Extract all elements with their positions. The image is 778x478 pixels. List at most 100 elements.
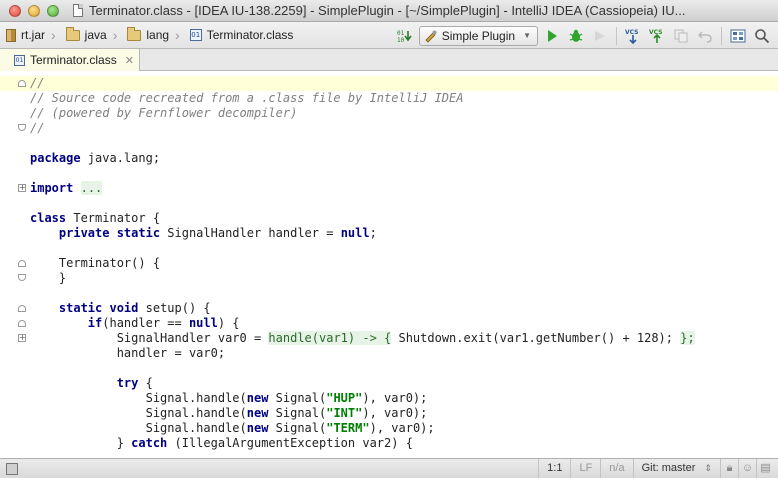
code-text: }	[30, 271, 67, 285]
fold-start-icon[interactable]	[18, 305, 26, 312]
coverage-icon	[595, 30, 605, 41]
fold-start-icon[interactable]	[18, 260, 26, 267]
toolbar-divider	[616, 26, 617, 45]
code-line: // (powered by Fernflower decompiler)	[0, 106, 778, 121]
code-line: Signal.handle(new Signal("HUP"), var0);	[0, 391, 778, 406]
undo-icon	[697, 30, 712, 43]
title-bar: Terminator.class - [IDEA IU-138.2259] - …	[0, 0, 778, 22]
vcs-update-icon: VCS	[625, 29, 638, 44]
window-controls	[9, 4, 59, 17]
inspection-profile-icon[interactable]: ☺︎	[738, 459, 756, 478]
folder-icon	[127, 26, 142, 41]
toolbar-divider	[721, 26, 722, 45]
line-separator[interactable]: LF	[570, 459, 600, 478]
code-text: SignalHandler var0 = handle(var1) -> { S…	[30, 331, 695, 345]
tool-windows-toggle-icon[interactable]	[6, 462, 18, 475]
fold-start-icon[interactable]	[18, 80, 26, 87]
vcs-branch-widget[interactable]: Git: master ⇕	[632, 459, 720, 478]
fold-expand-icon[interactable]: +	[18, 334, 26, 342]
status-widgets: 1:1 LF n/a Git: master ⇕ 🔒︎ ☺︎ ▤	[538, 459, 774, 478]
document-icon	[73, 4, 83, 17]
fold-end-icon[interactable]	[18, 124, 26, 131]
code-line: // Source code recreated from a .class f…	[0, 91, 778, 106]
project-structure-icon	[730, 29, 746, 42]
fold-expand-icon[interactable]: +	[18, 184, 26, 192]
code-line: //	[0, 121, 778, 136]
code-line: try {	[0, 376, 778, 391]
jar-icon	[6, 28, 16, 42]
code-text: // (powered by Fernflower decompiler)	[30, 106, 298, 120]
code-line: Signal.handle(new Signal("TERM"), var0);	[0, 421, 778, 436]
code-line: } catch (IllegalArgumentException var2) …	[0, 436, 778, 451]
code-text: Signal.handle(new Signal("TERM"), var0);	[30, 421, 435, 435]
minimize-window-button[interactable]	[28, 4, 40, 17]
run-configuration-select[interactable]: Simple Plugin ▼	[418, 25, 538, 46]
breadcrumb-lang[interactable]: lang ›	[121, 22, 183, 49]
code-text: Signal.handle(new Signal("INT"), var0);	[30, 406, 428, 420]
file-encoding[interactable]: n/a	[600, 459, 632, 478]
search-everywhere-button[interactable]	[752, 26, 772, 46]
window-title: Terminator.class - [IDEA IU-138.2259] - …	[89, 3, 686, 18]
code-line: Signal.handle(new Signal("INT"), var0);	[0, 406, 778, 421]
tab-label: Terminator.class	[30, 53, 117, 67]
breadcrumb-label: rt.jar	[21, 28, 45, 42]
fold-start-icon[interactable]	[18, 320, 26, 327]
svg-text:10: 10	[397, 37, 405, 44]
caret-position[interactable]: 1:1	[538, 459, 570, 478]
code-line: }	[0, 271, 778, 286]
compare-icon	[674, 29, 688, 42]
breadcrumb-terminator-class[interactable]: 01 Terminator.class	[184, 22, 298, 49]
zoom-window-button[interactable]	[47, 4, 59, 17]
code-line: package java.lang;	[0, 151, 778, 166]
project-structure-button[interactable]	[728, 26, 748, 46]
folded-imports[interactable]: ...	[80, 181, 103, 195]
event-log-icon[interactable]: ▤	[756, 459, 774, 478]
plugin-config-icon	[425, 30, 437, 43]
revert-button[interactable]	[695, 26, 715, 46]
code-text: package java.lang;	[30, 151, 161, 165]
build-icon: 01 10	[397, 30, 412, 44]
close-icon[interactable]: ✕	[125, 54, 134, 67]
vcs-branch-label: Git: master	[641, 462, 696, 474]
build-project-button[interactable]: 01 10	[395, 26, 415, 46]
fold-end-icon[interactable]	[18, 274, 26, 281]
run-button[interactable]	[542, 26, 562, 46]
code-text: handler = var0;	[30, 346, 226, 360]
read-only-lock-icon[interactable]: 🔒︎	[720, 459, 738, 478]
code-line: + SignalHandler var0 = handle(var1) -> {…	[0, 331, 778, 346]
code-text: private static SignalHandler handler = n…	[58, 226, 377, 240]
code-line: //	[0, 76, 778, 91]
vcs-commit-button[interactable]: VCS	[647, 26, 667, 46]
close-window-button[interactable]	[9, 4, 21, 17]
code-text: try {	[116, 376, 153, 390]
code-line: + import ...	[0, 181, 778, 196]
code-line: handler = var0;	[0, 346, 778, 361]
folded-lambda[interactable]: handle(var1) -> {	[268, 331, 392, 345]
navigation-bar: rt.jar › java › lang › 01 Terminator.cla…	[0, 22, 778, 49]
play-icon	[548, 29, 557, 42]
code-text: Signal.handle(new Signal("HUP"), var0);	[30, 391, 428, 405]
code-text: class Terminator {	[30, 211, 161, 225]
folded-lambda-end[interactable]: };	[680, 331, 695, 345]
breadcrumb-java[interactable]: java ›	[60, 22, 122, 49]
code-line: class Terminator {	[0, 211, 778, 226]
class-file-icon: 01	[14, 54, 25, 66]
chevron-right-icon: ›	[51, 27, 56, 43]
code-text: Terminator() {	[30, 256, 161, 270]
breadcrumb-rt-jar[interactable]: rt.jar ›	[0, 22, 60, 49]
status-bar: 1:1 LF n/a Git: master ⇕ 🔒︎ ☺︎ ▤	[0, 458, 778, 478]
code-editor[interactable]: // // Source code recreated from a .clas…	[0, 72, 778, 458]
vcs-update-button[interactable]: VCS	[623, 26, 643, 46]
chevron-updown-icon: ⇕	[704, 463, 712, 473]
breadcrumb-label: java	[84, 28, 107, 42]
code-text: //	[30, 76, 45, 90]
code-text: // Source code recreated from a .class f…	[30, 91, 464, 105]
compare-button[interactable]	[671, 26, 691, 46]
chevron-down-icon: ▼	[523, 31, 531, 40]
tab-terminator-class[interactable]: 01 Terminator.class ✕	[0, 49, 140, 71]
breadcrumb-label: lang	[146, 28, 170, 42]
code-line: if(handler == null) {	[0, 316, 778, 331]
code-text: //	[30, 121, 45, 135]
debug-button[interactable]	[566, 26, 586, 46]
attach-button[interactable]	[590, 26, 610, 46]
